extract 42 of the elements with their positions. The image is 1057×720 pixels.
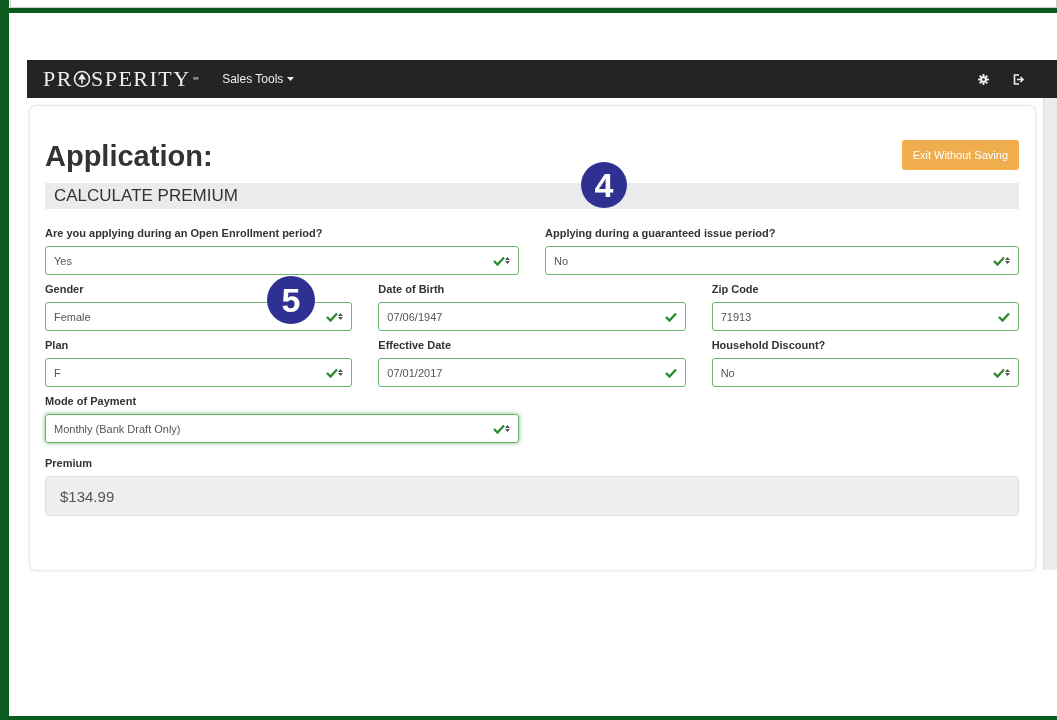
field-label: Gender [45,283,85,295]
select-field[interactable]: Yes [45,246,519,275]
field-label: Effective Date [378,339,453,351]
sort-arrows-icon [1005,256,1010,265]
logout-icon[interactable] [1013,73,1025,85]
settings-icon[interactable] [978,73,989,85]
check-icon [493,255,505,266]
check-icon [993,255,1005,266]
callout-badge: 4 [581,162,627,208]
input-field[interactable]: 07/06/1947 [378,302,686,331]
check-icon [998,311,1010,322]
caret-icon [287,77,295,81]
sales-tools-menu[interactable]: Sales Tools [222,72,295,86]
check-icon [326,367,339,378]
logo: PR SPERITY$^{℠}$ [43,66,201,92]
select-field[interactable]: No [711,358,1019,387]
field-label: Are you applying during an Open Enrollment period? [45,227,324,239]
select-field[interactable]: No [545,246,1019,275]
premium-field: $134.99 [45,476,1019,516]
field-label: Zip Code [711,283,760,295]
sort-arrows-icon [338,368,344,377]
check-icon [664,311,677,322]
sort-arrows-icon [338,312,344,321]
sort-arrows-icon [505,424,510,433]
check-icon [993,367,1005,378]
check-icon [664,367,677,378]
select-field[interactable]: Monthly (Bank Draft Only) [45,414,519,443]
field-label: Household Discount? [711,339,827,351]
sort-arrows-icon [505,256,510,265]
field-label: Plan [45,339,70,351]
callout-badge: 5 [267,276,315,324]
input-field[interactable]: 07/01/2017 [378,358,686,387]
field-label: Mode of Payment [45,395,138,407]
field-label: Date of Birth [378,283,446,295]
input-field[interactable]: 71913 [711,302,1019,331]
sort-arrows-icon [1005,368,1010,377]
page-title: Application: [45,140,213,173]
check-icon [326,311,339,322]
select-field[interactable]: F [45,358,353,387]
field-label: Applying during a guaranteed issue period? [545,227,777,239]
check-icon [493,423,505,434]
field-label: Premium [45,457,94,469]
